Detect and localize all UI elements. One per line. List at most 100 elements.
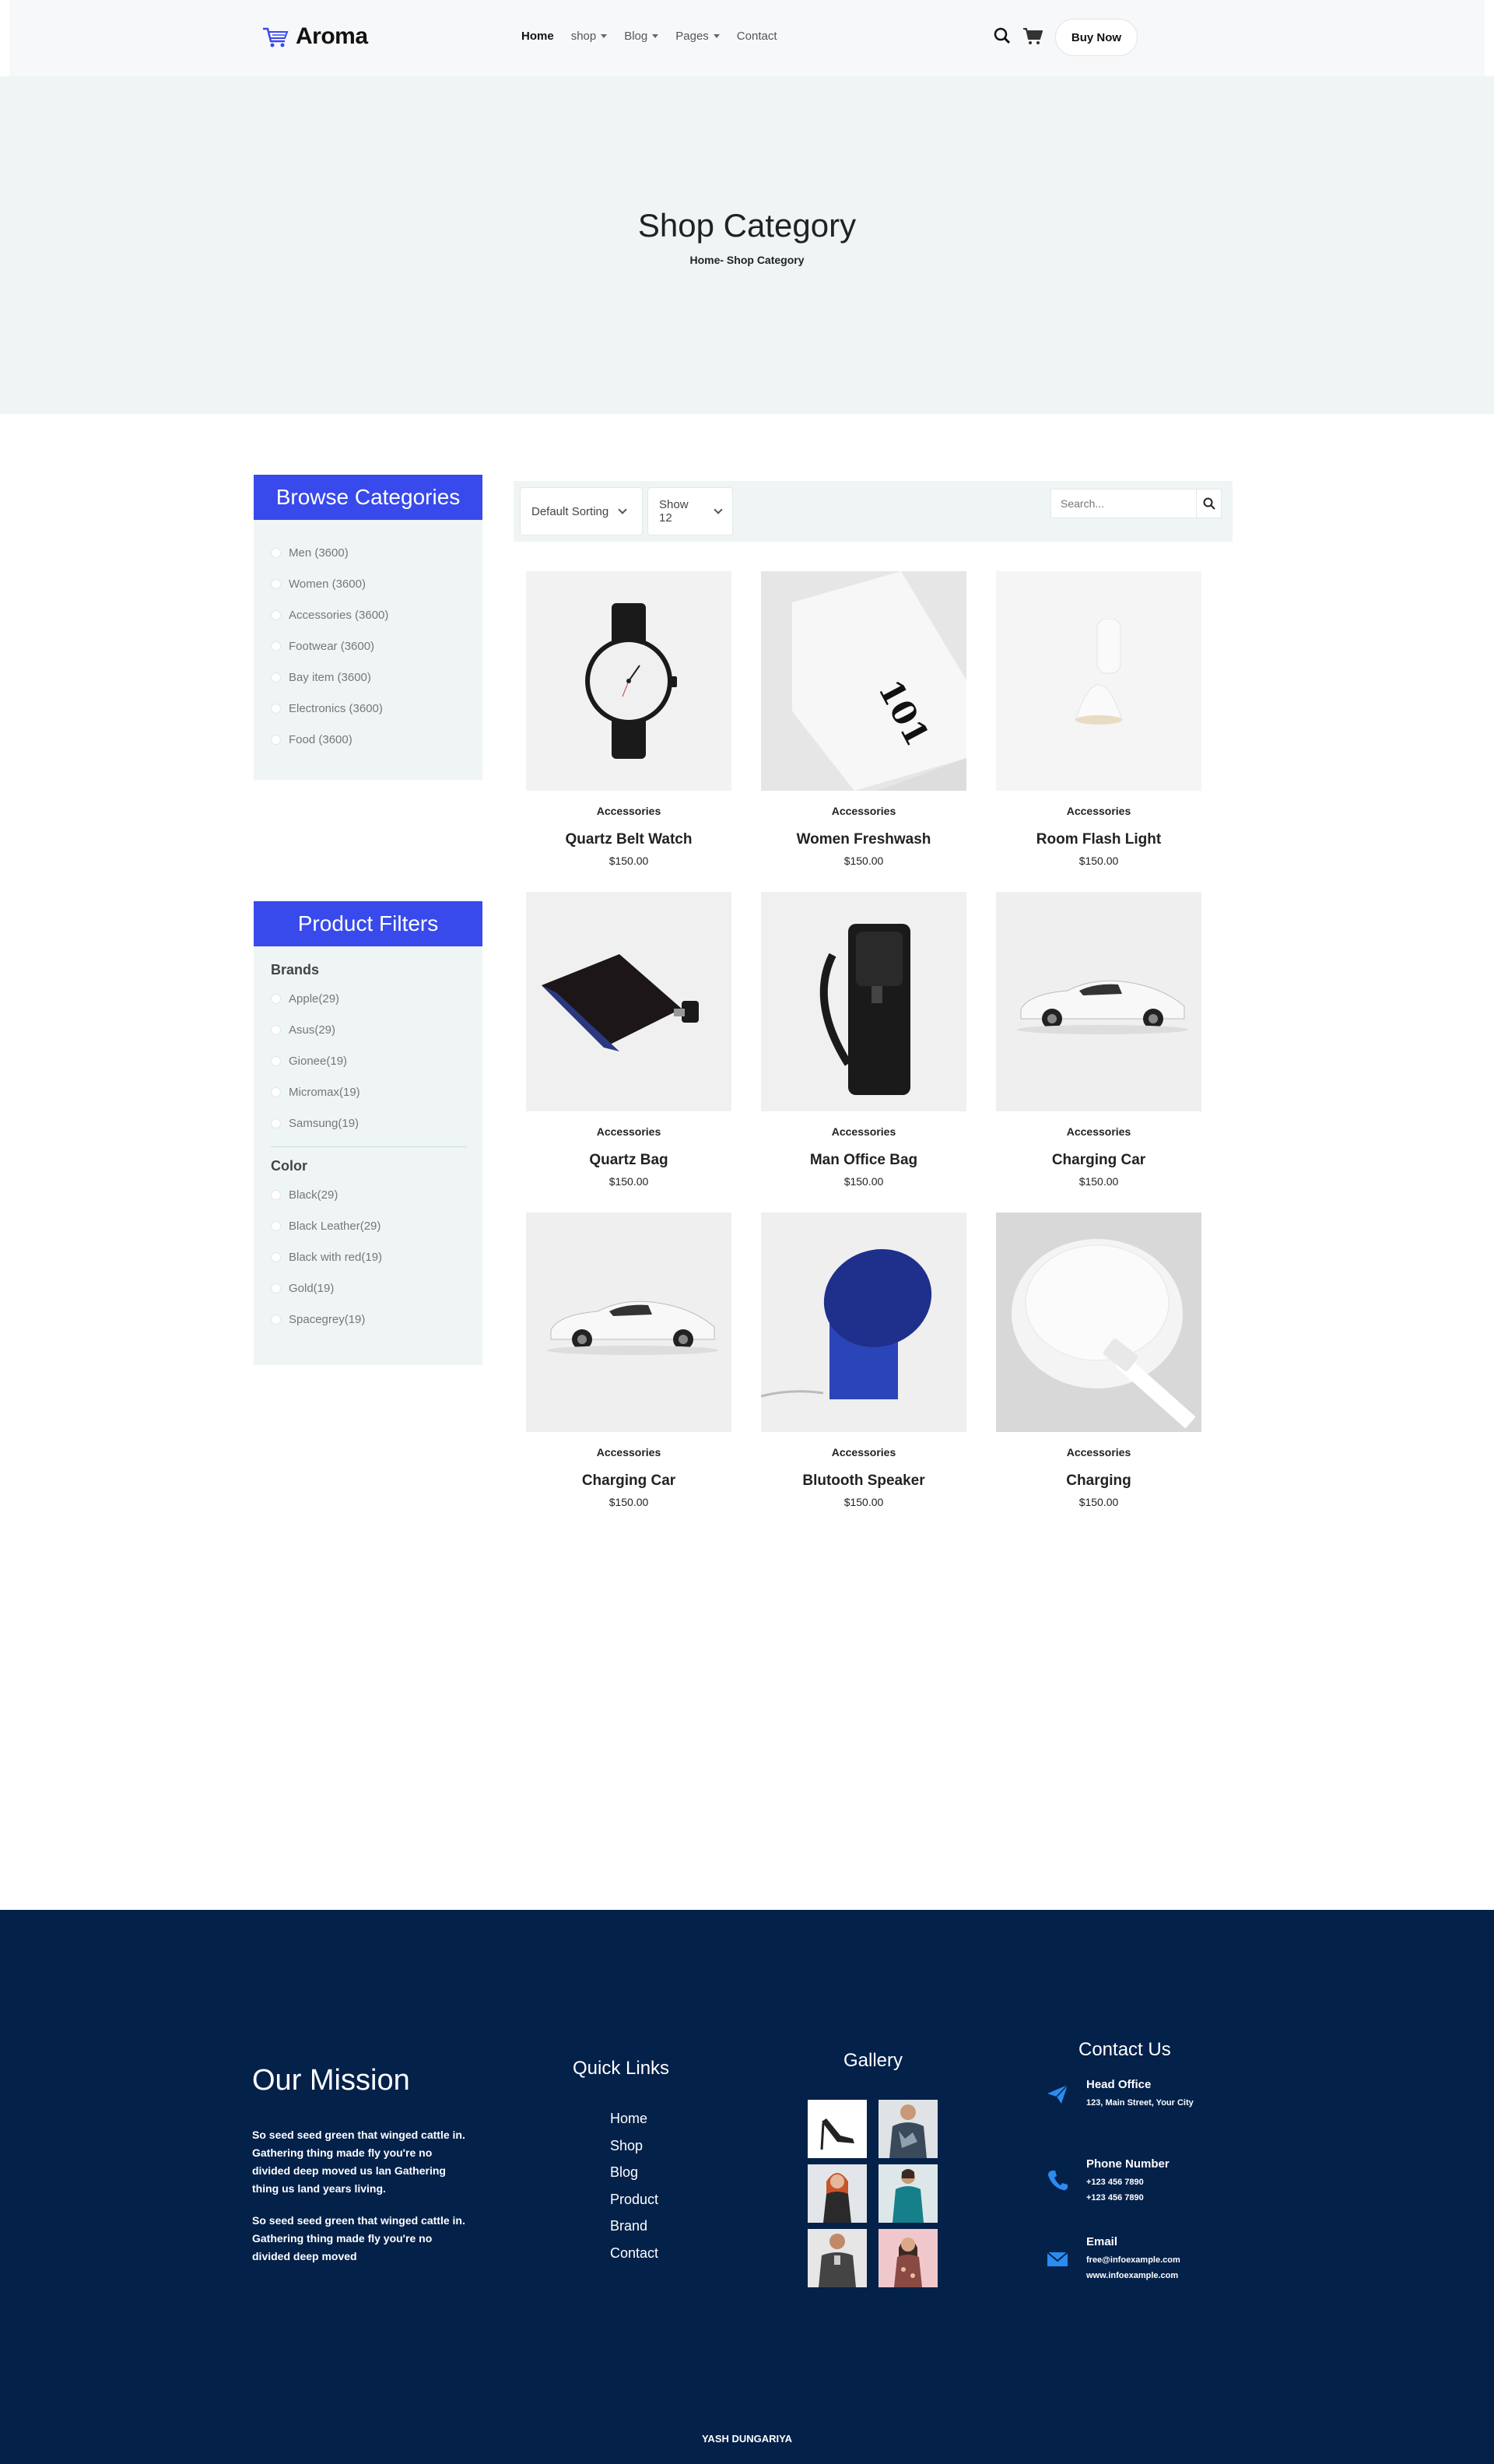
product-category: Accessories	[596, 805, 661, 817]
product-name[interactable]: Room Flash Light	[996, 831, 1201, 848]
contact-item-line[interactable]: www.infoexample.com	[1086, 2271, 1178, 2280]
mission-title: Our Mission	[252, 2064, 410, 2097]
lamp-image[interactable]	[996, 571, 1201, 791]
category-label: Accessories (3600)	[289, 608, 389, 622]
logo[interactable]: Aroma	[261, 23, 368, 50]
brand-item[interactable]: Gionee(19)	[271, 1045, 465, 1076]
footer-link-brand[interactable]: Brand	[610, 2218, 658, 2245]
category-item[interactable]: Men (3600)	[271, 537, 465, 568]
radio-button[interactable]	[271, 609, 281, 620]
breadcrumb[interactable]: Home- Shop Category	[0, 254, 1494, 266]
tube-image[interactable]: 101	[761, 571, 966, 791]
contact-item-line[interactable]: +123 456 7890	[1086, 2193, 1144, 2203]
nav-home-label: Home	[521, 30, 554, 43]
color-item[interactable]: Black(29)	[271, 1179, 465, 1210]
contact-item-line[interactable]: free@infoexample.com	[1086, 2255, 1180, 2265]
color-item[interactable]: Gold(19)	[271, 1272, 465, 1304]
product-name[interactable]: Blutooth Speaker	[761, 1472, 966, 1490]
product-card[interactable]: Accessories Charging $150.00	[996, 1213, 1201, 1508]
nav-shop[interactable]: shop	[571, 30, 608, 43]
radio-button[interactable]	[271, 641, 281, 651]
flask-image[interactable]	[526, 892, 731, 1111]
brand-item[interactable]: Apple(29)	[271, 983, 465, 1014]
gallery-image-man-shirt[interactable]	[879, 2100, 938, 2158]
gallery-image-heels[interactable]	[808, 2100, 867, 2158]
search-icon[interactable]	[993, 26, 1012, 45]
category-item[interactable]: Bay item (3600)	[271, 662, 465, 693]
radio-button[interactable]	[271, 1189, 281, 1200]
brand-item[interactable]: Samsung(19)	[271, 1107, 465, 1139]
product-card[interactable]: Accessories Man Office Bag $150.00	[761, 892, 966, 1188]
category-label: Electronics (3600)	[289, 701, 383, 715]
color-item[interactable]: Black Leather(29)	[271, 1210, 465, 1241]
radio-button[interactable]	[271, 672, 281, 683]
gallery-image-woman-floral[interactable]	[879, 2229, 938, 2287]
search-input[interactable]	[1050, 489, 1197, 518]
product-card[interactable]: Accessories Room Flash Light $150.00	[996, 571, 1201, 867]
speaker-image[interactable]	[761, 1213, 966, 1432]
product-name[interactable]: Women Freshwash	[761, 831, 966, 848]
color-item[interactable]: Black with red(19)	[271, 1241, 465, 1272]
category-item[interactable]: Food (3600)	[271, 724, 465, 755]
nav-blog[interactable]: Blog	[624, 30, 659, 43]
radio-button[interactable]	[271, 1220, 281, 1231]
brand-item[interactable]: Asus(29)	[271, 1014, 465, 1045]
product-name[interactable]: Quartz Belt Watch	[526, 831, 731, 848]
radio-button[interactable]	[271, 547, 281, 558]
contact-item-line[interactable]: +123 456 7890	[1086, 2178, 1144, 2187]
color-item[interactable]: Spacegrey(19)	[271, 1304, 465, 1335]
nav-pages[interactable]: Pages	[675, 30, 720, 43]
category-item[interactable]: Footwear (3600)	[271, 630, 465, 662]
product-category: Accessories	[596, 1125, 661, 1138]
radio-button[interactable]	[271, 993, 281, 1004]
category-item[interactable]: Women (3600)	[271, 568, 465, 599]
category-label: Women (3600)	[289, 577, 366, 591]
buy-now-button[interactable]: Buy Now	[1055, 19, 1138, 56]
product-card[interactable]: Accessories Blutooth Speaker $150.00	[761, 1213, 966, 1508]
radio-button[interactable]	[271, 1314, 281, 1325]
radio-button[interactable]	[271, 1024, 281, 1035]
radio-button[interactable]	[271, 578, 281, 589]
radio-button[interactable]	[271, 703, 281, 714]
divider	[271, 1146, 467, 1147]
nav-home[interactable]: Home	[521, 30, 554, 43]
product-price: $150.00	[1078, 1175, 1119, 1188]
footer-link-contact[interactable]: Contact	[610, 2245, 658, 2273]
product-card[interactable]: 101 Accessories Women Freshwash $150.00	[761, 571, 966, 867]
backpack-image[interactable]	[761, 892, 966, 1111]
category-item[interactable]: Electronics (3600)	[271, 693, 465, 724]
product-name[interactable]: Charging Car	[526, 1472, 731, 1490]
radio-button[interactable]	[271, 1283, 281, 1293]
charger-image[interactable]	[996, 1213, 1201, 1432]
cart-icon[interactable]	[1022, 26, 1043, 45]
product-name[interactable]: Man Office Bag	[761, 1152, 966, 1169]
car-image[interactable]	[526, 1213, 731, 1432]
radio-button[interactable]	[271, 734, 281, 745]
product-card[interactable]: Accessories Quartz Bag $150.00	[526, 892, 731, 1188]
product-card[interactable]: Accessories Quartz Belt Watch $150.00	[526, 571, 731, 867]
search-button[interactable]	[1197, 489, 1222, 518]
footer-link-home[interactable]: Home	[610, 2111, 658, 2138]
gallery-image-woman-red[interactable]	[808, 2164, 867, 2223]
category-item[interactable]: Accessories (3600)	[271, 599, 465, 630]
show-count-select[interactable]: Show 12	[647, 487, 733, 535]
watch-image[interactable]	[526, 571, 731, 791]
product-name[interactable]: Charging	[996, 1472, 1201, 1490]
radio-button[interactable]	[271, 1086, 281, 1097]
sorting-select[interactable]: Default Sorting	[520, 487, 643, 535]
product-card[interactable]: Accessories Charging Car $150.00	[526, 1213, 731, 1508]
brand-item[interactable]: Micromax(19)	[271, 1076, 465, 1107]
product-card[interactable]: Accessories Charging Car $150.00	[996, 892, 1201, 1188]
gallery-image-man-polo[interactable]	[808, 2229, 867, 2287]
product-name[interactable]: Quartz Bag	[526, 1152, 731, 1169]
car-image[interactable]	[996, 892, 1201, 1111]
radio-button[interactable]	[271, 1118, 281, 1128]
nav-contact[interactable]: Contact	[737, 30, 777, 43]
footer-link-blog[interactable]: Blog	[610, 2164, 658, 2192]
product-name[interactable]: Charging Car	[996, 1152, 1201, 1169]
footer-link-shop[interactable]: Shop	[610, 2138, 658, 2165]
radio-button[interactable]	[271, 1251, 281, 1262]
radio-button[interactable]	[271, 1055, 281, 1066]
footer-link-product[interactable]: Product	[610, 2192, 658, 2219]
gallery-image-woman-teal[interactable]	[879, 2164, 938, 2223]
